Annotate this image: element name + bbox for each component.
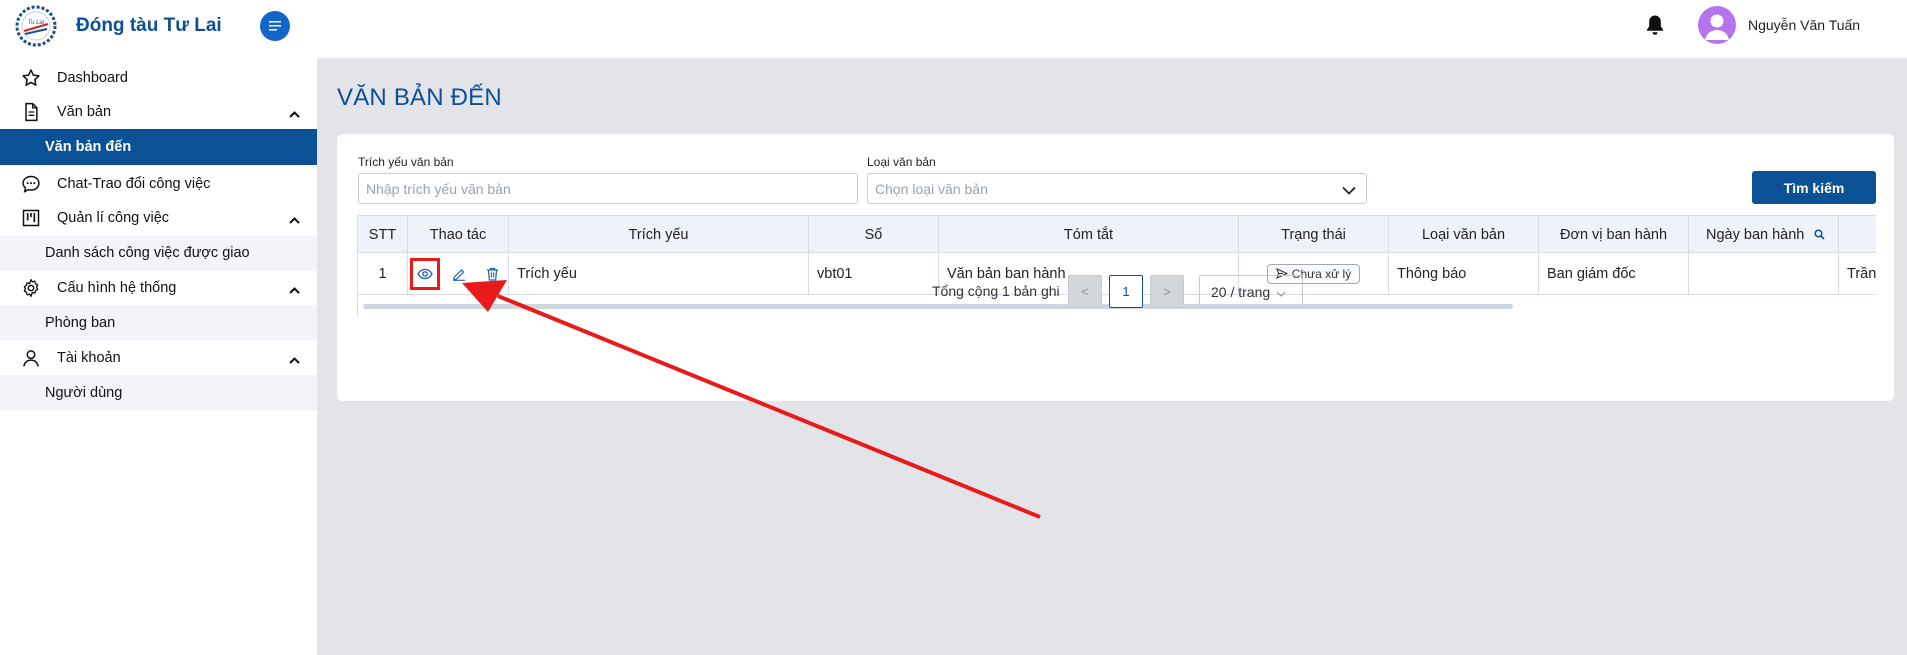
- column-header: Thao tác: [408, 216, 509, 253]
- user-avatar-icon: [1705, 14, 1729, 40]
- sidebar: Tu Lai Đóng tàu Tư Lai Dashboard Văn bản…: [0, 0, 317, 655]
- column-header: Trích yếu: [509, 216, 809, 253]
- sidebar-item-label: Người dùng: [45, 385, 123, 401]
- sidebar-item-van-ban-den[interactable]: Văn bản đến: [0, 129, 317, 165]
- table-header: STT Thao tác Trích yếu Số Tóm tắt Trạng …: [358, 215, 1876, 253]
- summary-placeholder: Nhập trích yếu văn bản: [366, 181, 511, 197]
- sidebar-item-label: Cấu hình hệ thống: [57, 280, 177, 296]
- summary-search-input[interactable]: Nhập trích yếu văn bản: [358, 173, 858, 204]
- page-title: VĂN BẢN ĐẾN: [337, 84, 502, 111]
- content-card: Trích yếu văn bản Nhập trích yếu văn bản…: [337, 134, 1894, 401]
- document-type-select[interactable]: Chọn loại văn bản: [867, 173, 1367, 204]
- prev-page-button[interactable]: <: [1068, 275, 1102, 308]
- page-size-value: 20 / trang: [1211, 283, 1271, 300]
- sidebar-item-danh-sach-cong-viec[interactable]: Danh sách công việc được giao: [0, 235, 317, 271]
- top-header: Nguyễn Văn Tuấn: [317, 0, 1907, 58]
- sidebar-item-label: Quản lí công việc: [57, 210, 170, 226]
- page-size-select[interactable]: 20 / trang: [1199, 275, 1303, 308]
- bell-icon[interactable]: [1645, 14, 1665, 41]
- column-header: Số: [809, 216, 939, 253]
- gear-icon: [20, 277, 42, 299]
- brand-name: Đóng tàu Tư Lai: [76, 15, 222, 36]
- column-header: Đơn vị ban hành: [1539, 216, 1689, 253]
- sidebar-item-label: Phòng ban: [45, 315, 116, 331]
- type-field-label: Loại văn bản: [867, 155, 936, 169]
- chevron-right-icon: >: [1163, 284, 1171, 299]
- sidebar-item-label: Văn bản đến: [45, 139, 132, 155]
- username[interactable]: Nguyễn Văn Tuấn: [1748, 17, 1860, 33]
- sidebar-nav: Dashboard Văn bản Văn bản đến Chat-Trao …: [0, 61, 317, 411]
- chevron-up-icon: [289, 282, 300, 298]
- chevron-up-icon: [289, 106, 300, 122]
- kanban-icon: [20, 207, 42, 229]
- sidebar-item-phong-ban[interactable]: Phòng ban: [0, 305, 317, 341]
- search-icon[interactable]: [1814, 228, 1825, 244]
- sidebar-item-label: Chat-Trao đổi công việc: [57, 176, 211, 192]
- sidebar-item-nguoi-dung[interactable]: Người dùng: [0, 375, 317, 411]
- type-placeholder: Chọn loại văn bản: [875, 181, 988, 197]
- chevron-down-icon: [1342, 182, 1356, 198]
- sidebar-item-quan-li-cong-viec[interactable]: Quản lí công việc: [0, 201, 317, 235]
- sidebar-item-label: Tài khoản: [57, 350, 121, 366]
- column-header-ngay: Ngày ban hành: [1689, 216, 1839, 253]
- user-icon: [20, 347, 42, 369]
- chevron-up-icon: [289, 352, 300, 368]
- chevron-down-icon: [1276, 284, 1286, 300]
- star-icon: [20, 67, 42, 89]
- page-button-current[interactable]: 1: [1109, 275, 1143, 308]
- summary-field-label: Trích yếu văn bản: [358, 155, 454, 169]
- search-button[interactable]: Tìm kiếm: [1752, 171, 1876, 204]
- sidebar-item-tai-khoan[interactable]: Tài khoản: [0, 341, 317, 375]
- sidebar-item-label: Văn bản: [57, 104, 112, 120]
- menu-toggle-button[interactable]: [260, 11, 290, 41]
- sidebar-item-chat[interactable]: Chat-Trao đổi công việc: [0, 167, 317, 201]
- column-header-label: Ngày ban hành: [1706, 226, 1805, 243]
- pagination: Tổng cộng 1 bản ghi < 1 > 20 / trang: [337, 274, 1894, 309]
- sidebar-item-dashboard[interactable]: Dashboard: [0, 61, 317, 95]
- sidebar-item-cau-hinh[interactable]: Cấu hình hệ thống: [0, 271, 317, 305]
- company-logo: Tu Lai: [12, 4, 60, 48]
- avatar[interactable]: [1698, 6, 1736, 44]
- column-header-extra: [1839, 216, 1876, 253]
- column-header: Trạng thái: [1239, 216, 1389, 253]
- column-header: STT: [358, 216, 408, 253]
- chevron-left-icon: <: [1081, 284, 1089, 299]
- next-page-button[interactable]: >: [1150, 275, 1184, 308]
- sidebar-item-label: Dashboard: [57, 70, 128, 86]
- menu-lines-icon: [269, 21, 281, 31]
- document-icon: [20, 101, 42, 123]
- total-records: Tổng cộng 1 bản ghi: [932, 283, 1060, 299]
- column-header: Loại văn bản: [1389, 216, 1539, 253]
- chat-icon: [20, 173, 42, 195]
- column-header: Tóm tắt: [939, 216, 1239, 253]
- sidebar-item-label: Danh sách công việc được giao: [45, 245, 250, 261]
- brand: Tu Lai Đóng tàu Tư Lai: [0, 0, 317, 52]
- chevron-up-icon: [289, 212, 300, 228]
- svg-text:Tu Lai: Tu Lai: [28, 20, 45, 26]
- sidebar-item-van-ban[interactable]: Văn bản: [0, 95, 317, 129]
